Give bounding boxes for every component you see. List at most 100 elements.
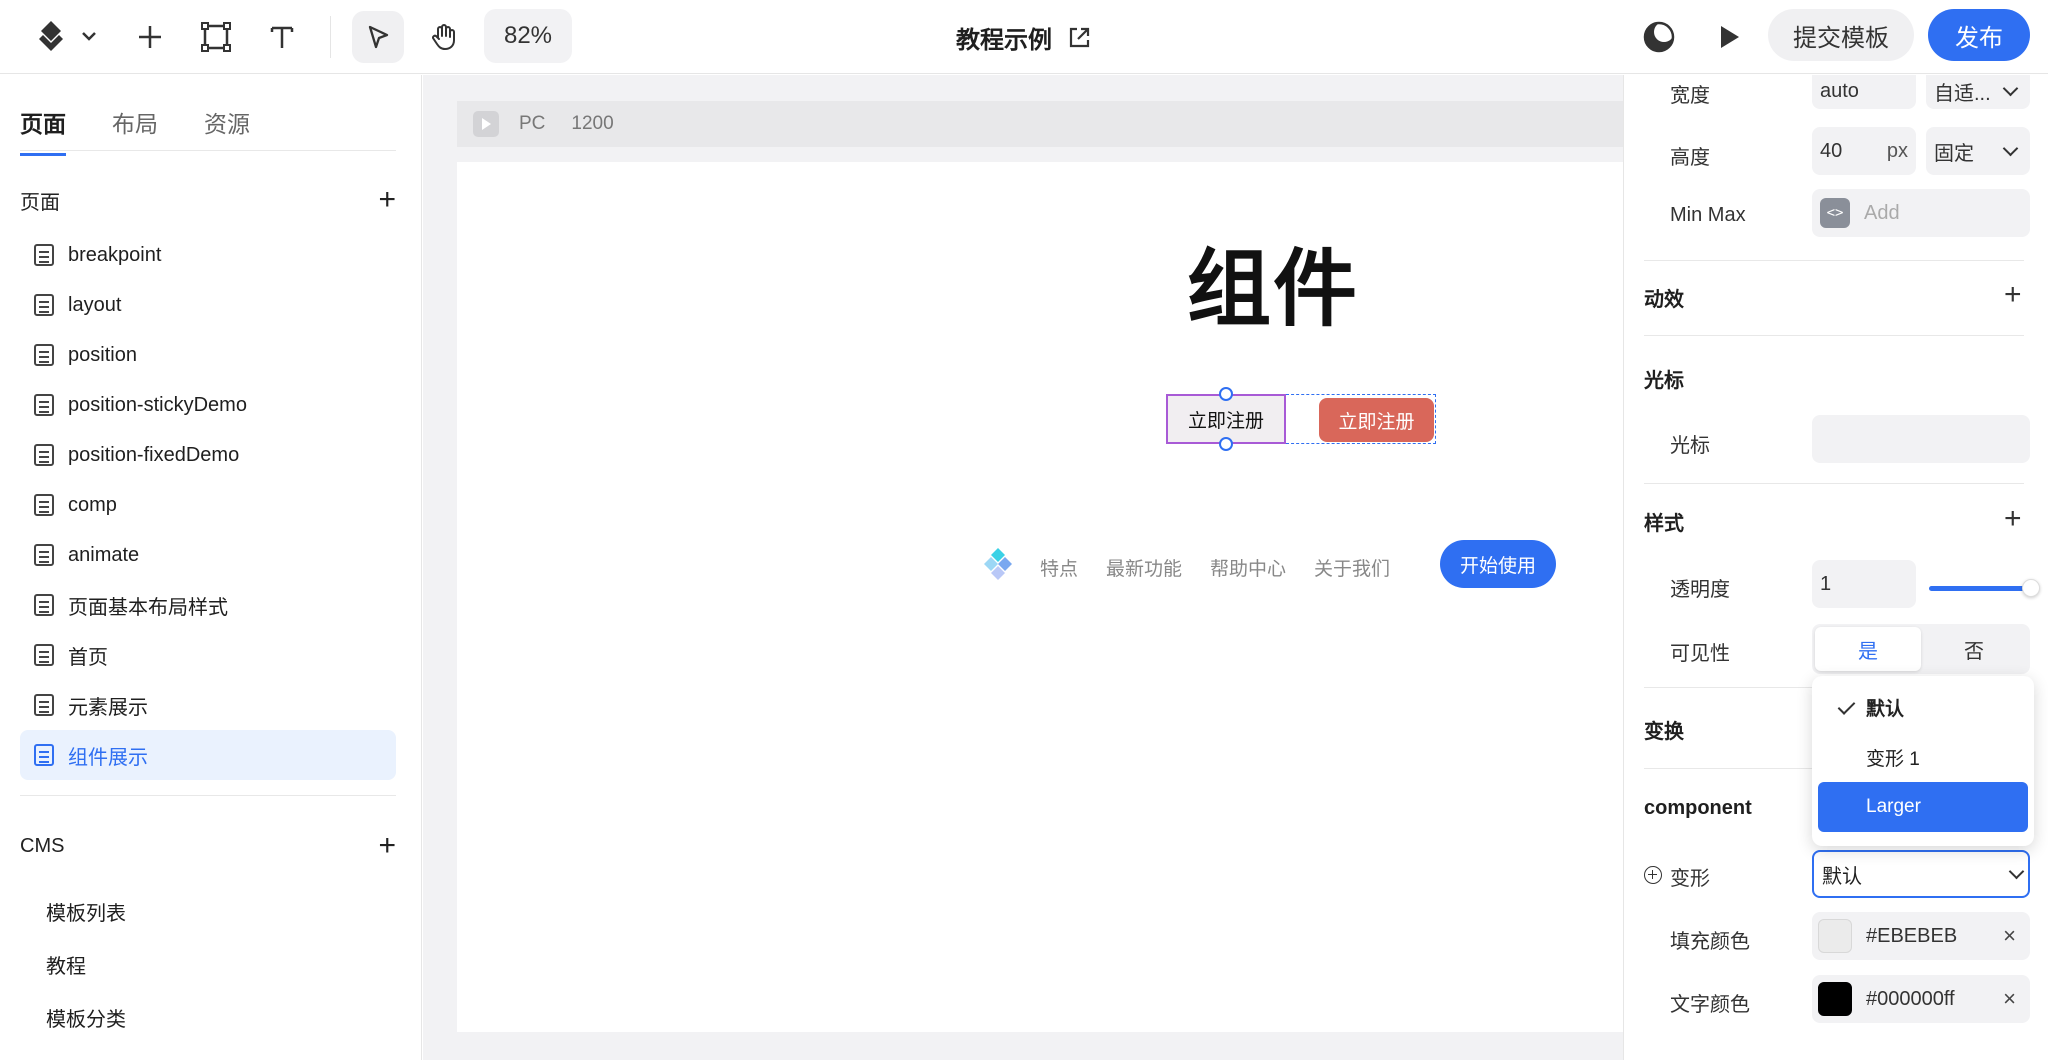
- top-toolbar: 82% 教程示例 提交模板 发布: [0, 0, 2048, 74]
- hand-tool-button[interactable]: [418, 11, 470, 63]
- text-color-swatch[interactable]: [1818, 982, 1852, 1016]
- publish-button[interactable]: 发布: [1928, 9, 2030, 61]
- hero-title[interactable]: 组件: [1187, 222, 1359, 343]
- width-input[interactable]: auto: [1812, 75, 1916, 109]
- cms-section-title: CMS: [20, 834, 65, 857]
- add-animation-icon[interactable]: +: [2004, 280, 2022, 310]
- section-divider: [1644, 260, 2024, 261]
- page-frame[interactable]: 组件 立即注册 立即注册 特点 最新功能 帮助中心 关于我们 开始使用: [457, 162, 1623, 1032]
- visibility-yes-option[interactable]: 是: [1815, 627, 1921, 671]
- page-item-label: layout: [68, 293, 122, 316]
- external-link-icon[interactable]: [1066, 25, 1092, 51]
- cms-item-template-list[interactable]: 模板列表: [46, 885, 126, 938]
- design-canvas[interactable]: PC 1200 组件 立即注册 立即注册 特点 最新功能 帮助中心 关于我们 开…: [423, 75, 1623, 1060]
- frame-tool-button[interactable]: [190, 11, 242, 63]
- nav-link-whats-new[interactable]: 最新功能: [1106, 554, 1182, 581]
- page-icon: [34, 494, 54, 516]
- page-icon: [34, 544, 54, 566]
- fill-color-swatch[interactable]: [1818, 919, 1852, 953]
- get-started-button[interactable]: 开始使用: [1440, 540, 1556, 588]
- close-icon[interactable]: ×: [2003, 986, 2016, 1012]
- breakpoint-bar[interactable]: PC 1200: [457, 101, 1623, 147]
- document-title[interactable]: 教程示例: [956, 20, 1092, 55]
- width-value: auto: [1820, 79, 1859, 102]
- add-element-button[interactable]: [124, 11, 176, 63]
- add-page-icon[interactable]: +: [378, 185, 396, 215]
- cms-item-template-category[interactable]: 模板分类: [46, 991, 126, 1044]
- page-item-comp[interactable]: comp: [20, 480, 396, 530]
- dark-mode-icon: [1643, 21, 1675, 53]
- page-item-layout[interactable]: layout: [20, 280, 396, 330]
- variant-option-larger[interactable]: Larger: [1818, 782, 2028, 832]
- resize-handle-bottom[interactable]: [1219, 437, 1233, 451]
- frame-tool-icon: [201, 22, 231, 52]
- page-item-basic-layout[interactable]: 页面基本布局样式: [20, 580, 396, 630]
- animation-section-title: 动效: [1644, 289, 1684, 311]
- cms-list: 模板列表 教程 模板分类: [46, 885, 126, 1044]
- page-item-components[interactable]: 组件展示: [20, 730, 396, 780]
- variant-option-1[interactable]: 变形 1: [1818, 732, 2028, 782]
- fill-color-input[interactable]: #EBEBEB ×: [1812, 912, 2030, 960]
- variant-option-default[interactable]: 默认: [1818, 682, 2028, 732]
- height-label: 高度: [1670, 147, 1710, 169]
- width-mode-select[interactable]: 自适...: [1926, 75, 2030, 109]
- submit-template-button[interactable]: 提交模板: [1768, 9, 1914, 61]
- cms-item-tutorial[interactable]: 教程: [46, 938, 126, 991]
- component-section-title: component: [1644, 797, 1752, 819]
- close-icon[interactable]: ×: [2003, 923, 2016, 949]
- page-item-position[interactable]: position: [20, 330, 396, 380]
- hand-tool-icon: [432, 24, 455, 50]
- tab-assets[interactable]: 资源: [204, 105, 250, 156]
- opacity-slider-thumb[interactable]: [2022, 579, 2040, 597]
- app-menu-button[interactable]: [34, 16, 100, 56]
- fill-color-label: 填充颜色: [1670, 931, 1750, 953]
- text-color-label: 文字颜色: [1670, 994, 1750, 1016]
- play-icon: [482, 118, 491, 130]
- document-title-text: 教程示例: [956, 27, 1052, 54]
- page-item-label: comp: [68, 493, 117, 516]
- text-tool-button[interactable]: [256, 11, 308, 63]
- page-item-breakpoint[interactable]: breakpoint: [20, 230, 396, 280]
- page-item-position-fixed-demo[interactable]: position-fixedDemo: [20, 430, 396, 480]
- page-item-animate[interactable]: animate: [20, 530, 396, 580]
- tab-layout[interactable]: 布局: [112, 105, 158, 156]
- add-variant-icon[interactable]: [1644, 866, 1662, 884]
- opacity-slider-track[interactable]: [1929, 586, 2029, 591]
- register-button-larger[interactable]: 立即注册: [1319, 398, 1434, 442]
- height-input[interactable]: 40 px: [1812, 127, 1916, 175]
- frame-preview-button[interactable]: [473, 111, 499, 137]
- breakpoint-width: 1200: [571, 113, 614, 134]
- tab-pages[interactable]: 页面: [20, 105, 66, 156]
- page-item-elements[interactable]: 元素展示: [20, 680, 396, 730]
- cursor-select[interactable]: [1812, 415, 2030, 463]
- cms-section-header: CMS +: [20, 831, 396, 861]
- nav-link-features[interactable]: 特点: [1040, 554, 1078, 581]
- page-item-label: position-fixedDemo: [68, 443, 240, 466]
- pointer-tool-button[interactable]: [352, 11, 404, 63]
- width-label: 宽度: [1670, 85, 1710, 107]
- pages-section-header: 页面 +: [20, 185, 396, 215]
- text-tool-icon: [270, 26, 294, 48]
- page-item-label: position-stickyDemo: [68, 393, 247, 416]
- minmax-input[interactable]: <> Add: [1812, 189, 2030, 237]
- page-item-home[interactable]: 首页: [20, 630, 396, 680]
- height-mode-select[interactable]: 固定: [1926, 127, 2030, 175]
- preview-button[interactable]: [1710, 18, 1748, 56]
- add-cms-icon[interactable]: +: [378, 831, 396, 861]
- variant-select[interactable]: 默认: [1812, 850, 2030, 898]
- page-item-label: 元素展示: [68, 696, 148, 719]
- page-item-label: position: [68, 343, 137, 366]
- resize-handle-top[interactable]: [1219, 387, 1233, 401]
- page-item-position-sticky-demo[interactable]: position-stickyDemo: [20, 380, 396, 430]
- pointer-tool-icon: [368, 25, 389, 49]
- nav-link-help[interactable]: 帮助中心: [1210, 554, 1286, 581]
- nav-link-about[interactable]: 关于我们: [1314, 554, 1390, 581]
- section-divider: [1644, 483, 2024, 484]
- opacity-input[interactable]: 1: [1812, 560, 1916, 608]
- theme-toggle-button[interactable]: [1640, 18, 1678, 56]
- fill-color-value: #EBEBEB: [1866, 924, 1958, 947]
- zoom-level[interactable]: 82%: [484, 9, 572, 63]
- visibility-no-option[interactable]: 否: [1921, 627, 2027, 671]
- add-style-icon[interactable]: +: [2004, 504, 2022, 534]
- text-color-input[interactable]: #000000ff ×: [1812, 975, 2030, 1023]
